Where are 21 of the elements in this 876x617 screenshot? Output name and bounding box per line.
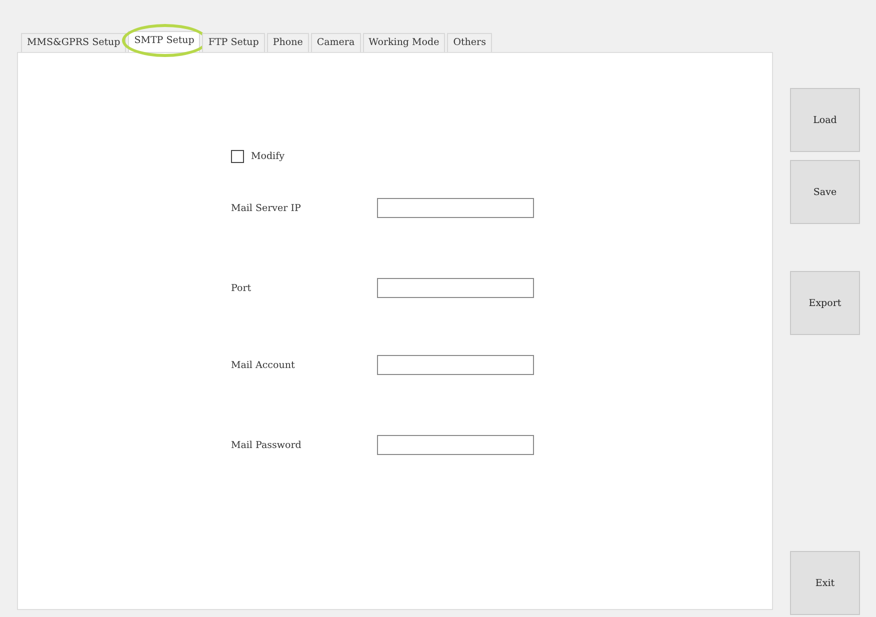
input-field[interactable] xyxy=(377,435,534,455)
field-label: Mail Server IP xyxy=(231,202,302,214)
tab[interactable]: Phone xyxy=(266,33,309,52)
field-label: Mail Password xyxy=(231,440,302,450)
action-button[interactable]: Export xyxy=(790,271,860,335)
input-field[interactable] xyxy=(377,198,534,218)
tab[interactable]: Working Mode xyxy=(362,33,446,52)
tab[interactable]: FTP Setup xyxy=(202,33,265,52)
modify-checkbox[interactable] xyxy=(231,150,244,163)
tab[interactable]: Others xyxy=(447,33,492,52)
tab[interactable]: MMS&GPRS Setup xyxy=(21,33,126,52)
action-button[interactable]: Exit xyxy=(790,551,860,615)
field-label: Port xyxy=(231,282,252,294)
tab[interactable]: SMTP Setup xyxy=(128,31,200,52)
field-label: Mail Account xyxy=(231,360,296,370)
checkbox-label: Modify xyxy=(251,151,284,162)
tab[interactable]: Camera xyxy=(310,33,361,52)
input-field[interactable] xyxy=(377,278,534,298)
action-button[interactable]: Save xyxy=(790,160,860,224)
action-button[interactable]: Load xyxy=(790,88,860,152)
input-field[interactable] xyxy=(377,355,534,375)
